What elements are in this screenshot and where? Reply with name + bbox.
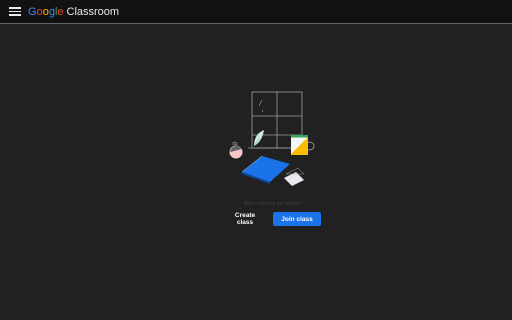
create-class-button[interactable]: Create class (222, 212, 268, 226)
svg-text:dp: dp (232, 141, 238, 147)
menu-line (9, 7, 21, 9)
mug-illustration (291, 135, 315, 155)
paper-illustration (284, 167, 305, 186)
top-app-bar: Google Classroom (0, 0, 512, 24)
join-class-button[interactable]: Join class (273, 212, 321, 226)
menu-line (9, 14, 21, 16)
main-menu-button[interactable] (9, 7, 21, 17)
menu-line (9, 10, 21, 13)
logo-letter: e (57, 6, 64, 18)
empty-state-hint: Add a class to get started (243, 201, 301, 207)
google-classroom-logo[interactable]: Google Classroom (28, 5, 119, 19)
cup-illustration: dp (229, 141, 243, 159)
product-name: Classroom (66, 6, 120, 18)
notebook-illustration (241, 155, 290, 184)
empty-state-illustration: dp (229, 91, 315, 186)
logo-letter: G (28, 6, 37, 18)
